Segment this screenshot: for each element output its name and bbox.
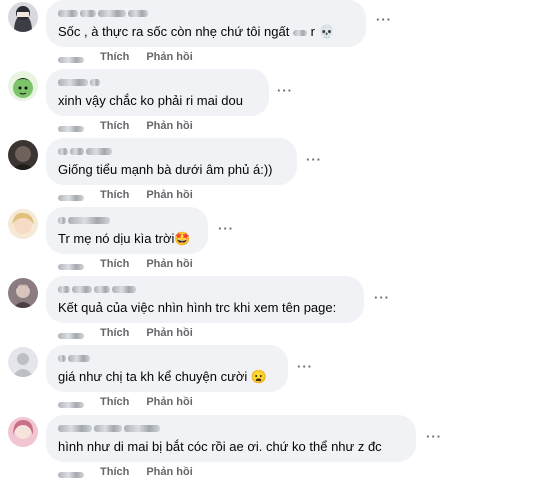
- comment-text: Kết quả của việc nhìn hình trc khi xem t…: [58, 300, 337, 315]
- comment-item: xinh vậy chắc ko phải ri mai dou ··· Thí…: [0, 69, 550, 138]
- like-button[interactable]: Thích: [100, 258, 129, 270]
- like-button[interactable]: Thích: [100, 396, 129, 408]
- more-options-icon[interactable]: ···: [425, 429, 443, 444]
- more-options-icon[interactable]: ···: [373, 290, 391, 305]
- author-name-blurred[interactable]: [58, 351, 276, 365]
- author-name-blurred[interactable]: [58, 75, 257, 89]
- comment-actions: Thích Phản hồi: [58, 187, 210, 203]
- comment-item: Sốc , à thực ra sốc còn nhẹ chứ tôi ngất…: [0, 0, 550, 69]
- comment-bubble: Giống tiểu mạnh bà dưới âm phủ á:)): [46, 138, 297, 185]
- comment-text: Giống tiểu mạnh bà dưới âm phủ á:)): [58, 162, 273, 177]
- reply-button[interactable]: Phản hồi: [146, 189, 192, 201]
- timestamp-blurred[interactable]: [58, 123, 88, 132]
- avatar[interactable]: [8, 140, 38, 170]
- author-name-blurred[interactable]: [58, 421, 404, 435]
- author-name-blurred[interactable]: [58, 213, 196, 227]
- frowning-emoji-icon: 😦: [250, 369, 268, 384]
- avatar[interactable]: [8, 417, 38, 447]
- avatar[interactable]: [8, 347, 38, 377]
- comment-bubble: hình như di mai bị bắt cóc rồi ae ơi. ch…: [46, 415, 416, 462]
- timestamp-blurred[interactable]: [58, 330, 88, 339]
- comment-actions: Thích Phản hồi: [58, 464, 210, 480]
- comment-bubble: xinh vậy chắc ko phải ri mai dou: [46, 69, 269, 116]
- more-options-icon[interactable]: ···: [217, 221, 235, 236]
- comment-actions: Thích Phản hồi: [58, 118, 210, 134]
- comment-bubble: Kết quả của việc nhìn hình trc khi xem t…: [46, 276, 364, 323]
- timestamp-blurred[interactable]: [58, 399, 88, 408]
- comment-item: Giống tiểu mạnh bà dưới âm phủ á:)) ··· …: [0, 138, 550, 207]
- comment-text: giá như chị ta kh kể chuyện cười 😦: [58, 369, 268, 384]
- comment-bubble: Sốc , à thực ra sốc còn nhẹ chứ tôi ngất…: [46, 0, 366, 47]
- more-options-icon[interactable]: ···: [276, 83, 294, 98]
- avatar[interactable]: [8, 71, 38, 101]
- timestamp-blurred[interactable]: [58, 469, 88, 478]
- comment-bubble: Tr mẹ nó dịu kìa trời🤩: [46, 207, 208, 254]
- reply-button[interactable]: Phản hồi: [146, 120, 192, 132]
- reply-button[interactable]: Phản hồi: [146, 466, 192, 478]
- comment-item: hình như di mai bị bắt cóc rồi ae ơi. ch…: [0, 415, 550, 484]
- comment-item: Tr mẹ nó dịu kìa trời🤩 ··· Thích Phản hồ…: [0, 207, 550, 276]
- like-button[interactable]: Thích: [100, 327, 129, 339]
- reply-button[interactable]: Phản hồi: [146, 258, 192, 270]
- reply-button[interactable]: Phản hồi: [146, 396, 192, 408]
- star-struck-emoji-icon: 🤩: [174, 231, 191, 246]
- like-button[interactable]: Thích: [100, 466, 129, 478]
- comment-bubble: giá như chị ta kh kể chuyện cười 😦: [46, 345, 288, 392]
- author-name-blurred[interactable]: [58, 282, 352, 296]
- more-options-icon[interactable]: ···: [375, 12, 393, 27]
- timestamp-blurred[interactable]: [58, 54, 88, 63]
- avatar[interactable]: [8, 209, 38, 239]
- comment-actions: Thích Phản hồi: [58, 394, 210, 410]
- reply-button[interactable]: Phản hồi: [146, 51, 192, 63]
- skull-emoji-icon: 💀: [318, 24, 335, 39]
- more-options-icon[interactable]: ···: [296, 359, 314, 374]
- comment-actions: Thích Phản hồi: [58, 49, 210, 65]
- comment-item: Kết quả của việc nhìn hình trc khi xem t…: [0, 276, 550, 345]
- comment-actions: Thích Phản hồi: [58, 256, 210, 272]
- comment-text: xinh vậy chắc ko phải ri mai dou: [58, 93, 243, 108]
- comment-text: Tr mẹ nó dịu kìa trời🤩: [58, 231, 191, 246]
- like-button[interactable]: Thích: [100, 120, 129, 132]
- comment-item: giá như chị ta kh kể chuyện cười 😦 ··· T…: [0, 345, 550, 414]
- comment-actions: Thích Phản hồi: [58, 325, 210, 341]
- more-options-icon[interactable]: ···: [305, 152, 323, 167]
- comment-text: hình như di mai bị bắt cóc rồi ae ơi. ch…: [58, 439, 382, 454]
- redacted-text: [292, 29, 307, 36]
- comment-text: Sốc , à thực ra sốc còn nhẹ chứ tôi ngất…: [58, 24, 335, 39]
- author-name-blurred[interactable]: [58, 6, 354, 20]
- like-button[interactable]: Thích: [100, 51, 129, 63]
- avatar[interactable]: [8, 2, 38, 32]
- reply-button[interactable]: Phản hồi: [146, 327, 192, 339]
- author-name-blurred[interactable]: [58, 144, 285, 158]
- like-button[interactable]: Thích: [100, 189, 129, 201]
- timestamp-blurred[interactable]: [58, 261, 88, 270]
- avatar[interactable]: [8, 278, 38, 308]
- timestamp-blurred[interactable]: [58, 192, 88, 201]
